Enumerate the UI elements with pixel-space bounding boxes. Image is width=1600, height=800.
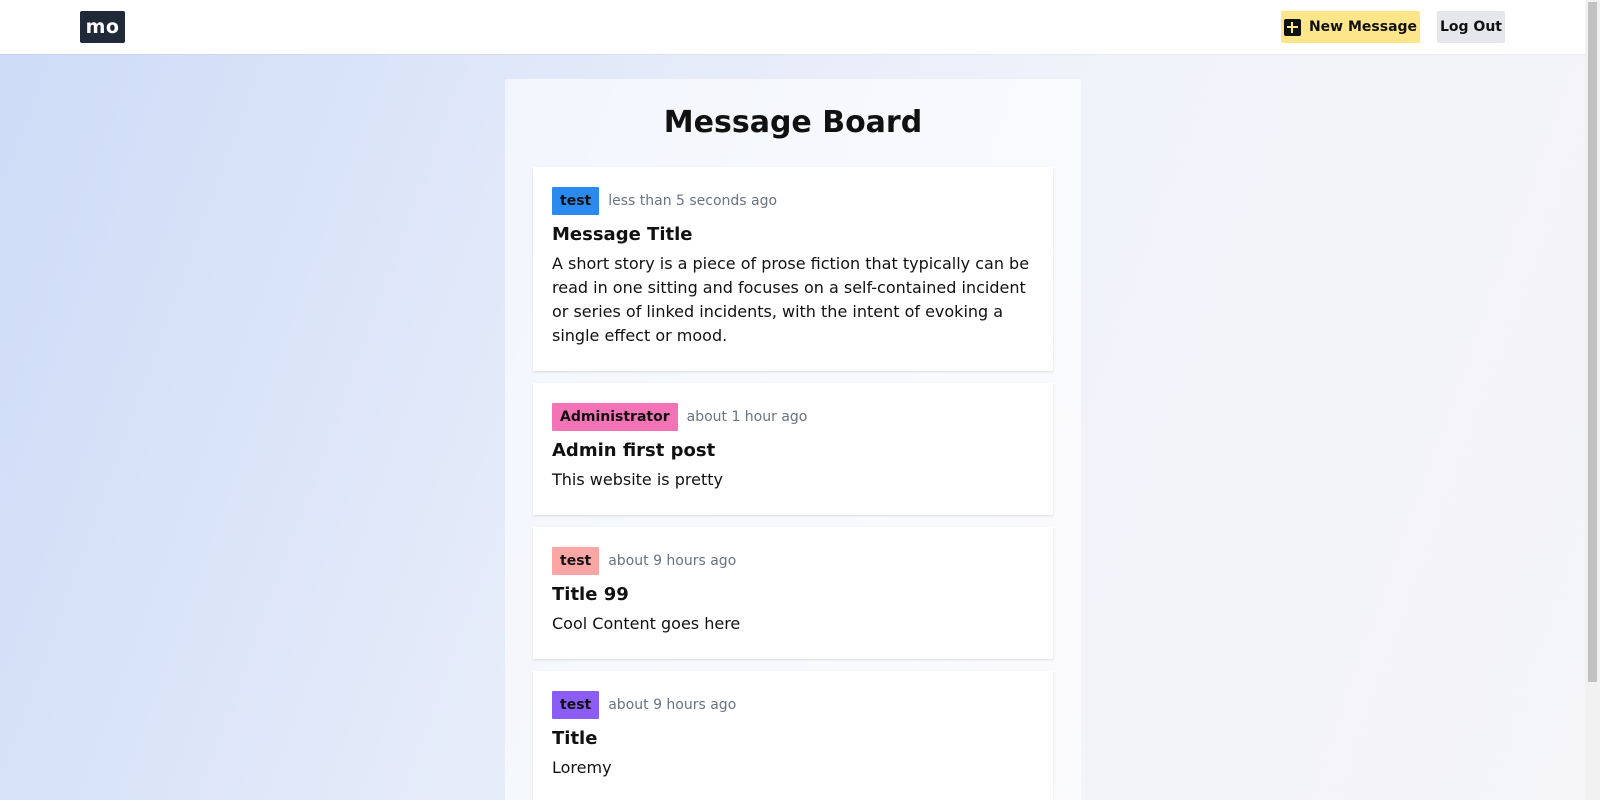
vertical-scrollbar[interactable] xyxy=(1585,0,1600,800)
message-meta: test about 9 hours ago xyxy=(552,547,1034,575)
message-timestamp: less than 5 seconds ago xyxy=(608,193,778,209)
message-title: Admin first post xyxy=(552,440,716,461)
logout-button[interactable]: Log Out xyxy=(1437,11,1505,43)
message-board: Message Board test less than 5 seconds a… xyxy=(505,79,1081,800)
scrollbar-thumb[interactable] xyxy=(1588,2,1597,682)
new-message-label: New Message xyxy=(1308,19,1418,35)
author-tag: test xyxy=(552,691,600,719)
message-meta: test less than 5 seconds ago xyxy=(552,187,1034,215)
message-body: A short story is a piece of prose fictio… xyxy=(552,254,1030,345)
top-navbar: mo New Message Log Out xyxy=(0,0,1585,54)
message-meta: test about 9 hours ago xyxy=(552,691,1034,719)
message-timestamp: about 9 hours ago xyxy=(608,697,737,713)
logo[interactable]: mo xyxy=(80,11,125,43)
message-card: Administrator about 1 hour ago Admin fir… xyxy=(533,383,1053,515)
author-tag: test xyxy=(552,187,600,215)
page-title: Message Board xyxy=(663,105,923,140)
message-card: test about 9 hours ago Title Loremy xyxy=(533,671,1053,800)
author-tag: Administrator xyxy=(552,403,678,431)
message-title: Title 99 xyxy=(552,584,629,605)
author-tag: test xyxy=(552,547,600,575)
message-body: Cool Content goes here xyxy=(552,614,741,633)
message-body: Loremy xyxy=(552,758,612,777)
message-title: Message Title xyxy=(552,224,693,245)
message-timestamp: about 9 hours ago xyxy=(608,553,737,569)
message-body: This website is pretty xyxy=(552,470,723,489)
message-title: Title xyxy=(552,728,598,749)
message-meta: Administrator about 1 hour ago xyxy=(552,403,1034,431)
message-timestamp: about 1 hour ago xyxy=(686,409,808,425)
new-message-button[interactable]: New Message xyxy=(1281,11,1420,43)
message-card: test about 9 hours ago Title 99 Cool Con… xyxy=(533,527,1053,659)
plus-icon xyxy=(1283,18,1301,36)
message-card: test less than 5 seconds ago Message Tit… xyxy=(533,167,1053,371)
